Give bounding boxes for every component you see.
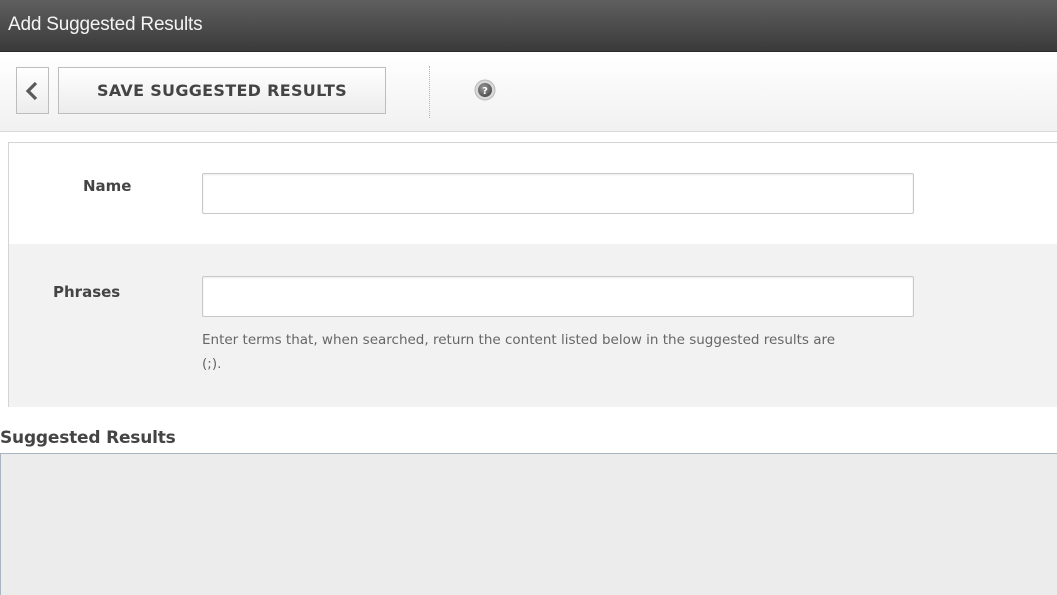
- save-suggested-results-button[interactable]: SAVE SUGGESTED RESULTS: [58, 67, 386, 114]
- phrases-row: Phrases: [9, 244, 1057, 407]
- page: Add Suggested Results SAVE SUGGESTED RES…: [0, 0, 1057, 595]
- phrases-input[interactable]: [202, 276, 914, 317]
- phrases-help-line-1: Enter terms that, when searched, return …: [202, 332, 836, 348]
- help-icon[interactable]: ?: [474, 79, 496, 101]
- phrases-help-text: Enter terms that, when searched, return …: [202, 328, 1057, 376]
- chevron-left-icon: [25, 82, 38, 100]
- name-row: Name: [9, 143, 1057, 244]
- toolbar-divider: [429, 66, 430, 118]
- name-label: Name: [83, 177, 132, 195]
- phrases-help-line-2: (;).: [202, 356, 222, 372]
- phrases-label: Phrases: [53, 283, 121, 301]
- svg-text:?: ?: [482, 86, 488, 97]
- suggested-results-title: Suggested Results: [0, 428, 176, 448]
- toolbar: SAVE SUGGESTED RESULTS ?: [0, 52, 1057, 132]
- form-panel: Name Phrases Enter terms that, when sear…: [8, 142, 1057, 407]
- suggested-results-list[interactable]: [0, 453, 1057, 595]
- back-button[interactable]: [16, 67, 49, 114]
- title-bar: Add Suggested Results: [0, 0, 1057, 52]
- window-title: Add Suggested Results: [8, 14, 203, 35]
- name-input[interactable]: [202, 173, 914, 214]
